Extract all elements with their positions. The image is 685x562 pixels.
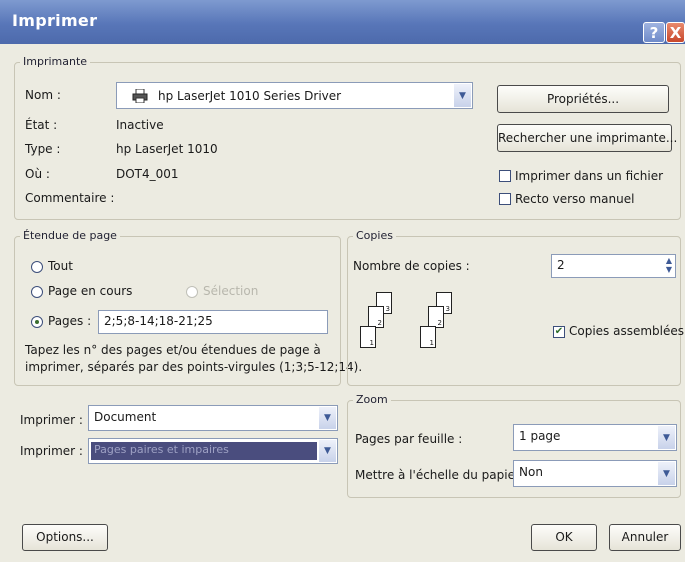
printer-name-select[interactable]: hp LaserJet 1010 Series Driver ▼ — [116, 82, 473, 109]
print-what-select[interactable]: Document ▼ — [88, 405, 338, 431]
chevron-down-icon[interactable]: ▼ — [658, 462, 675, 485]
pages-hint-line2: imprimer, séparés par des points-virgule… — [25, 360, 363, 374]
print-which-label: Imprimer : — [20, 444, 83, 458]
scale-select[interactable]: Non ▼ — [513, 460, 677, 487]
print-what-label: Imprimer : — [20, 413, 83, 427]
copies-legend: Copies — [353, 229, 396, 242]
collate-sheet: 2 — [368, 306, 384, 328]
chevron-down-icon[interactable]: ▼ — [319, 407, 336, 429]
pages-per-sheet-select[interactable]: 1 page ▼ — [513, 424, 677, 451]
comment-label: Commentaire : — [25, 191, 115, 205]
properties-button[interactable]: Propriétés... — [497, 85, 669, 113]
range-selection-radio[interactable] — [186, 286, 198, 298]
type-value: hp LaserJet 1010 — [116, 142, 218, 156]
collate-sheet: 1 — [420, 326, 436, 348]
pages-input[interactable]: 2;5;8-14;18-21;25 — [98, 310, 328, 334]
collate-label: Copies assemblées — [569, 324, 685, 338]
copies-count-input[interactable]: 2 ▲ ▼ — [551, 254, 676, 278]
status-label: État : — [25, 118, 58, 132]
print-which-select[interactable]: Pages paires et impaires ▼ — [88, 438, 338, 464]
collate-sheet: 2 — [428, 306, 444, 328]
manual-duplex-label: Recto verso manuel — [515, 192, 635, 206]
status-value: Inactive — [116, 118, 164, 132]
range-pages-radio[interactable] — [31, 316, 43, 328]
chevron-down-icon[interactable]: ▼ — [658, 426, 675, 449]
chevron-down-icon[interactable]: ▼ — [454, 84, 471, 107]
where-label: Où : — [25, 167, 50, 181]
ok-button[interactable]: OK — [531, 524, 597, 551]
name-label: Nom : — [25, 88, 61, 102]
range-current-label: Page en cours — [48, 284, 133, 298]
range-current-radio[interactable] — [31, 286, 43, 298]
pages-per-sheet-label: Pages par feuille : — [355, 432, 463, 446]
printer-name-value: hp LaserJet 1010 Series Driver — [158, 89, 342, 103]
zoom-legend: Zoom — [353, 393, 391, 406]
range-all-label: Tout — [48, 259, 73, 273]
type-label: Type : — [25, 142, 61, 156]
copies-count-label: Nombre de copies : — [353, 259, 470, 273]
manual-duplex-checkbox[interactable] — [499, 193, 511, 205]
print-which-value: Pages paires et impaires — [94, 443, 229, 456]
collate-sheet: 1 — [360, 326, 376, 348]
where-value: DOT4_001 — [116, 167, 179, 181]
printer-group-legend: Imprimante — [20, 55, 91, 68]
title-bar: Imprimer ? X — [0, 0, 685, 44]
window-title: Imprimer — [12, 11, 98, 30]
copies-count-value: 2 — [557, 258, 565, 272]
spinner-icon[interactable]: ▲ ▼ — [666, 256, 672, 274]
scale-value: Non — [519, 465, 543, 479]
help-button[interactable]: ? — [643, 22, 665, 43]
page-range-legend: Étendue de page — [20, 229, 120, 242]
range-pages-label: Pages : — [48, 314, 92, 328]
print-to-file-label: Imprimer dans un fichier — [515, 169, 664, 183]
cancel-button[interactable]: Annuler — [609, 524, 681, 551]
collate-illustration: 3 2 1 3 2 1 — [356, 286, 476, 366]
scale-label: Mettre à l'échelle du papier : — [355, 468, 528, 482]
close-button[interactable]: X — [666, 22, 685, 43]
print-to-file-checkbox[interactable] — [499, 170, 511, 182]
range-all-radio[interactable] — [31, 261, 43, 273]
printer-icon — [132, 88, 148, 104]
options-button[interactable]: Options... — [22, 524, 108, 551]
pages-per-sheet-value: 1 page — [519, 429, 561, 443]
pages-hint-line1: Tapez les n° des pages et/ou étendues de… — [25, 343, 321, 357]
chevron-down-icon[interactable]: ▼ — [319, 440, 336, 462]
print-what-value: Document — [94, 410, 157, 424]
collate-checkbox[interactable]: ✔ — [553, 326, 565, 338]
range-selection-label: Sélection — [203, 284, 259, 298]
find-printer-button[interactable]: Rechercher une imprimante... — [497, 124, 677, 152]
